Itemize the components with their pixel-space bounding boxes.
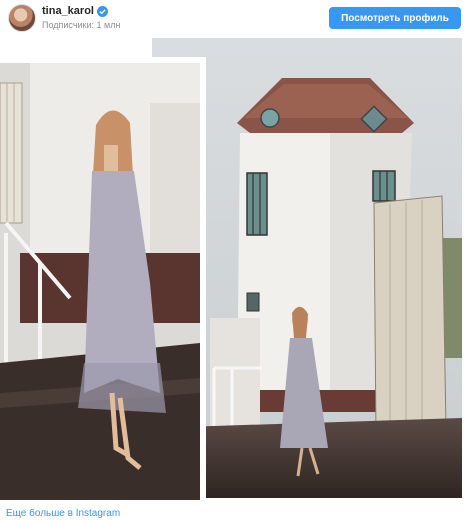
username[interactable]: tina_karol: [42, 5, 94, 17]
subscriber-count: Подписчики: 1 млн: [42, 20, 121, 30]
post-header: tina_karol Подписчики: 1 млн Посмотреть …: [0, 0, 469, 36]
verified-badge-icon: [96, 5, 108, 17]
inset-photo: [0, 63, 200, 500]
username-row[interactable]: tina_karol: [42, 5, 108, 17]
inset-photo-frame: [0, 57, 206, 500]
view-profile-button[interactable]: Посмотреть профиль: [329, 7, 461, 29]
post-media[interactable]: [0, 38, 469, 500]
avatar[interactable]: [8, 4, 36, 32]
instagram-embed-card: tina_karol Подписчики: 1 млн Посмотреть …: [0, 0, 469, 521]
more-on-instagram-link[interactable]: Еще больше в Instagram: [6, 508, 120, 519]
